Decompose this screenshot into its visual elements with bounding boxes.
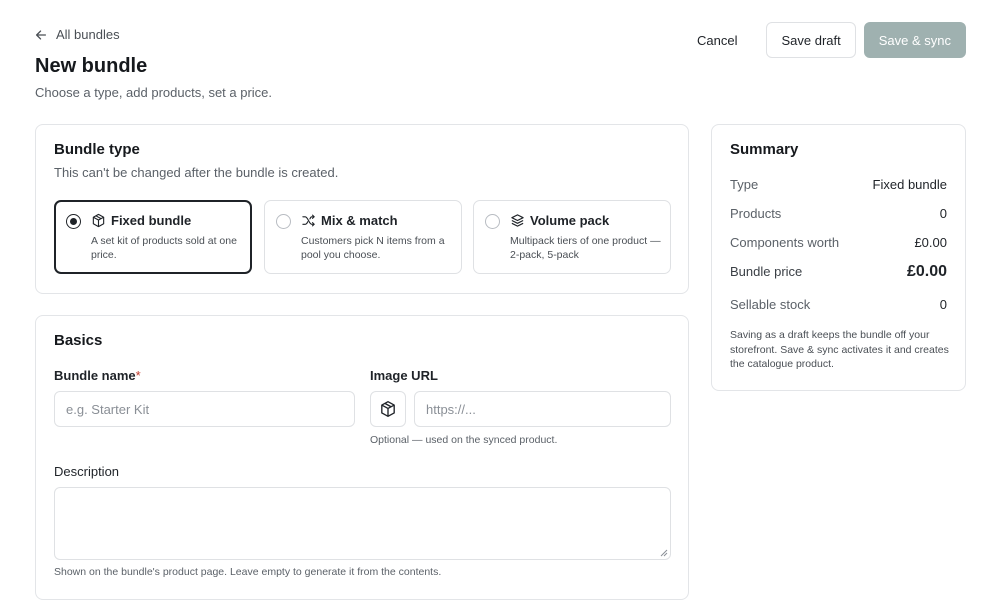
image-url-input[interactable]: https://... (414, 391, 671, 427)
bundle-type-subtitle: This can't be changed after the bundle i… (54, 165, 339, 180)
summary-type-label: Type (730, 177, 759, 192)
description-hint: Shown on the bundle's product page. Leav… (54, 566, 442, 578)
summary-bundle-price-value: £0.00 (906, 263, 947, 280)
type-option-title: Mix & match (321, 213, 398, 228)
summary-sellable-stock-value: 0 (939, 297, 947, 312)
bundle-name-label: Bundle name* (54, 368, 141, 383)
summary-note: Saving as a draft keeps the bundle off y… (730, 329, 949, 370)
bundle-name-placeholder: e.g. Starter Kit (66, 401, 150, 417)
header-actions: Cancel Save draft Save & sync (676, 22, 966, 58)
package-icon (92, 213, 105, 228)
type-radio-mix-and-match[interactable] (276, 214, 291, 229)
summary-components-worth-label: Components worth (730, 235, 840, 250)
type-option-description: Multipack tiers of one product — 2-pack,… (510, 235, 661, 261)
summary-bundle-price-label: Bundle price (730, 264, 803, 279)
save-draft-button[interactable]: Save draft (766, 22, 856, 58)
bundle-name-input[interactable]: e.g. Starter Kit (54, 391, 355, 427)
type-option-title: Fixed bundle (111, 213, 192, 228)
required-mark: * (135, 368, 141, 383)
basics-card: Basics Bundle name* e.g. Starter Kit Ima… (35, 315, 689, 600)
summary-sellable-stock-label: Sellable stock (730, 297, 811, 312)
summary-title: Summary (730, 141, 799, 158)
bundle-type-card: Bundle type This can't be changed after … (35, 124, 689, 294)
back-link-label: All bundles (56, 27, 120, 42)
summary-components-worth-value: £0.00 (914, 235, 947, 250)
arrow-left-icon (35, 29, 47, 40)
back-to-bundles-link[interactable]: All bundles (34, 27, 120, 42)
description-textarea[interactable] (54, 487, 671, 560)
page-title: New bundle (35, 55, 148, 77)
package-icon (381, 401, 395, 417)
type-radio-volume-pack[interactable] (485, 214, 500, 229)
basics-title: Basics (54, 332, 103, 349)
type-option-volume-pack[interactable]: Volume pack Multipack tiers of one produ… (473, 200, 671, 274)
image-url-label: Image URL (370, 368, 438, 383)
summary-products-value: 0 (939, 206, 947, 221)
type-option-fixed-bundle[interactable]: Fixed bundle A set kit of products sold … (54, 200, 252, 274)
type-option-description: Customers pick N items from a pool you c… (301, 235, 445, 261)
summary-products-label: Products (730, 206, 782, 221)
summary-type-value: Fixed bundle (872, 177, 947, 192)
type-option-description: A set kit of products sold at one price. (91, 235, 237, 261)
bundle-name-label-text: Bundle name (54, 368, 136, 383)
type-radio-fixed-bundle[interactable] (66, 214, 81, 229)
image-url-placeholder: https://... (426, 401, 476, 417)
resize-handle-icon[interactable] (660, 549, 668, 557)
image-url-hint: Optional — used on the synced product. (370, 434, 558, 446)
shuffle-icon (302, 214, 315, 227)
summary-card: Summary Type Fixed bundle Products 0 Com… (711, 124, 966, 391)
layers-icon (511, 214, 524, 227)
description-label: Description (54, 464, 120, 479)
page-subtitle: Choose a type, add products, set a price… (35, 85, 273, 100)
image-preview-box (370, 391, 406, 427)
summary-row-sellable-stock: Sellable stock 0 (730, 297, 947, 312)
summary-row-type: Type Fixed bundle (730, 177, 947, 192)
cancel-button[interactable]: Cancel (676, 22, 758, 58)
save-and-sync-button[interactable]: Save & sync (863, 22, 966, 58)
bundle-type-title: Bundle type (54, 141, 140, 158)
type-option-mix-and-match[interactable]: Mix & match Customers pick N items from … (264, 200, 462, 274)
type-option-title: Volume pack (530, 213, 610, 228)
summary-row-products: Products 0 (730, 206, 947, 221)
summary-row-bundle-price: Bundle price £0.00 (730, 263, 947, 281)
summary-row-components-worth: Components worth £0.00 (730, 235, 947, 250)
